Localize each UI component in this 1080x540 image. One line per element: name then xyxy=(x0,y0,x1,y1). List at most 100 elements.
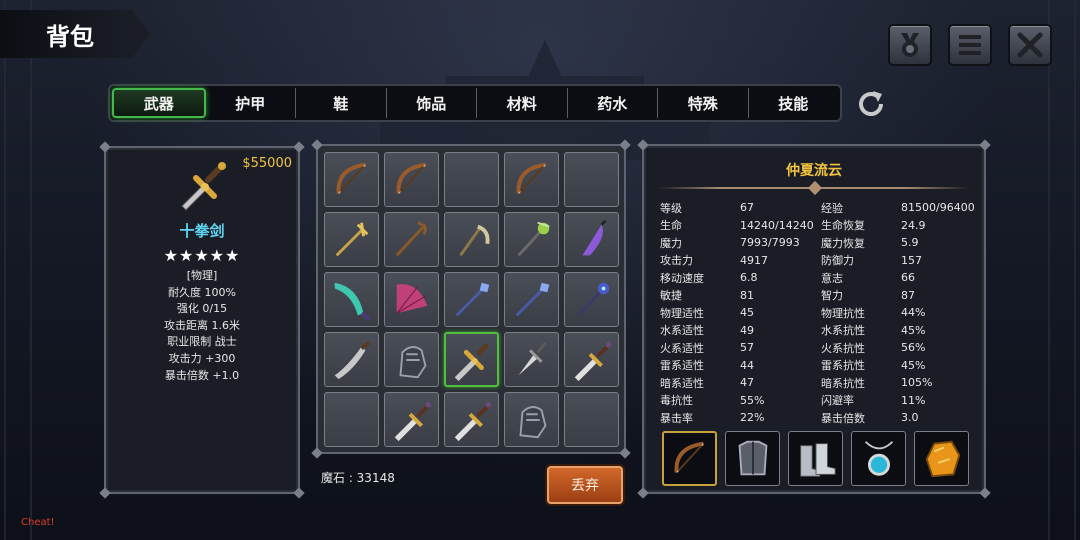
equipment-slot[interactable] xyxy=(914,431,969,486)
inventory-slot[interactable] xyxy=(444,152,499,207)
stat-value: 24.9 xyxy=(901,218,926,232)
stat-label: 雷系抗性 xyxy=(821,359,865,373)
inventory-slot[interactable] xyxy=(324,272,379,327)
tab-shoes[interactable]: 鞋 xyxy=(296,88,387,118)
inventory-slot[interactable] xyxy=(444,272,499,327)
stat-row: 雷系适性 44 雷系抗性 45% xyxy=(660,357,980,375)
stat-label: 物理抗性 xyxy=(821,306,865,320)
stat-row: 暗系适性 47 暗系抗性 105% xyxy=(660,374,980,392)
right-vine-ornament xyxy=(1048,0,1076,540)
bow-icon xyxy=(336,162,366,194)
tab-special[interactable]: 特殊 xyxy=(658,88,749,118)
page-title: 背包 xyxy=(0,10,150,58)
inventory-slot[interactable] xyxy=(504,212,559,267)
inventory-slot[interactable] xyxy=(324,332,379,387)
scythe-icon xyxy=(458,224,490,256)
inventory-slot[interactable] xyxy=(384,212,439,267)
equipment-slot[interactable] xyxy=(662,431,717,486)
stat-value: 66 xyxy=(901,271,915,285)
stat-label: 生命 xyxy=(660,219,682,233)
stat-value: 6.8 xyxy=(740,271,758,285)
inventory-slot[interactable] xyxy=(384,332,439,387)
inventory-slot[interactable] xyxy=(504,272,559,327)
tab-material[interactable]: 材料 xyxy=(477,88,568,118)
stat-label: 暗系适性 xyxy=(660,376,704,390)
stat-row: 火系适性 57 火系抗性 56% xyxy=(660,339,980,357)
stat-row: 等级 67 经验 81500/96400 xyxy=(660,199,980,217)
inventory-slot[interactable] xyxy=(564,272,619,327)
item-crit-multiplier: 暴击倍数 +1.0 xyxy=(164,368,240,382)
inventory-slot[interactable] xyxy=(384,152,439,207)
golden-staff-icon xyxy=(335,222,368,256)
stat-label: 移动速度 xyxy=(660,271,704,285)
discard-button[interactable]: 丢弃 xyxy=(547,466,623,504)
menu-button[interactable] xyxy=(948,24,992,66)
stat-value: 105% xyxy=(901,376,933,390)
stat-label: 魔力 xyxy=(660,236,682,250)
short-sword-icon xyxy=(454,401,491,441)
inventory-slot[interactable] xyxy=(444,212,499,267)
stat-row: 敏捷 81 智力 87 xyxy=(660,287,980,305)
chest-armor-icon xyxy=(738,440,767,475)
inventory-slot[interactable] xyxy=(444,332,499,387)
stat-label: 生命恢复 xyxy=(821,219,865,233)
menu-icon xyxy=(959,35,981,55)
item-attack-range: 攻击距离 1.6米 xyxy=(164,318,240,332)
close-button[interactable] xyxy=(1008,24,1052,66)
purple-dagger-icon xyxy=(581,219,606,255)
stat-value: 56% xyxy=(901,341,926,355)
stat-row: 水系适性 49 水系抗性 45% xyxy=(660,322,980,340)
pink-fan-icon xyxy=(395,283,427,314)
inventory-slot[interactable] xyxy=(504,332,559,387)
stat-label: 毒抗性 xyxy=(660,394,693,408)
character-panel: 仲夏流云 等级 67 经验 81500/96400 生命 14240/14240 生命恢复 2… xyxy=(637,139,991,499)
inventory-slot[interactable] xyxy=(324,392,379,447)
tab-armor[interactable]: 护甲 xyxy=(206,88,296,118)
inventory-slot[interactable] xyxy=(504,152,559,207)
stat-label: 暴击倍数 xyxy=(821,411,865,425)
tab-accessory[interactable]: 饰品 xyxy=(387,88,477,118)
inventory-slot[interactable] xyxy=(384,392,439,447)
inventory-slot[interactable] xyxy=(444,392,499,447)
tab-skill[interactable]: 技能 xyxy=(749,88,839,118)
cross-sword-icon xyxy=(181,162,226,211)
achievement-button[interactable] xyxy=(888,24,932,66)
left-vine-ornament xyxy=(4,0,32,540)
stat-value: 44% xyxy=(901,306,926,320)
equipment-slot[interactable] xyxy=(851,431,906,486)
equipment-slot[interactable] xyxy=(788,431,843,486)
inventory-slot[interactable] xyxy=(384,272,439,327)
inventory-slot[interactable] xyxy=(564,392,619,447)
inventory-slot[interactable] xyxy=(564,332,619,387)
inventory-slot[interactable] xyxy=(504,392,559,447)
stat-value: 45 xyxy=(740,306,754,320)
inventory-slot[interactable] xyxy=(564,212,619,267)
medal-icon xyxy=(901,33,919,57)
tab-potion[interactable]: 药水 xyxy=(568,88,658,118)
amber-ore-icon xyxy=(925,440,960,477)
stat-value: 87 xyxy=(901,288,915,302)
equipment-slot[interactable] xyxy=(725,431,780,486)
stat-row: 暴击率 22% 暴击倍数 3.0 xyxy=(660,409,980,427)
stat-row: 魔力 7993/7993 魔力恢复 5.9 xyxy=(660,234,980,252)
stat-value: 57 xyxy=(740,341,754,355)
stat-label: 雷系适性 xyxy=(660,359,704,373)
item-enhance: 强化 0/15 xyxy=(176,302,228,316)
tab-weapon[interactable]: 武器 xyxy=(112,88,206,118)
inventory-slot[interactable] xyxy=(564,152,619,207)
item-durability: 耐久度 100% xyxy=(168,285,236,299)
curved-sword-icon xyxy=(334,340,370,379)
stat-label: 智力 xyxy=(821,289,843,303)
refresh-icon[interactable] xyxy=(853,86,889,122)
stat-value: 47 xyxy=(740,376,754,390)
gauntlet-icon xyxy=(518,405,546,438)
stat-value: 3.0 xyxy=(901,411,919,425)
stat-label: 水系适性 xyxy=(660,324,704,338)
stat-value: 14240/14240 xyxy=(740,218,814,232)
close-icon xyxy=(1017,32,1043,58)
inventory-slot[interactable] xyxy=(324,152,379,207)
stat-row: 移动速度 6.8 意志 66 xyxy=(660,269,980,287)
item-attributes: [物理] 耐久度 100% 强化 0/15 攻击距离 1.6米 职业限制 战士 … xyxy=(106,268,298,384)
inventory-slot[interactable] xyxy=(324,212,379,267)
stat-label: 暗系抗性 xyxy=(821,376,865,390)
